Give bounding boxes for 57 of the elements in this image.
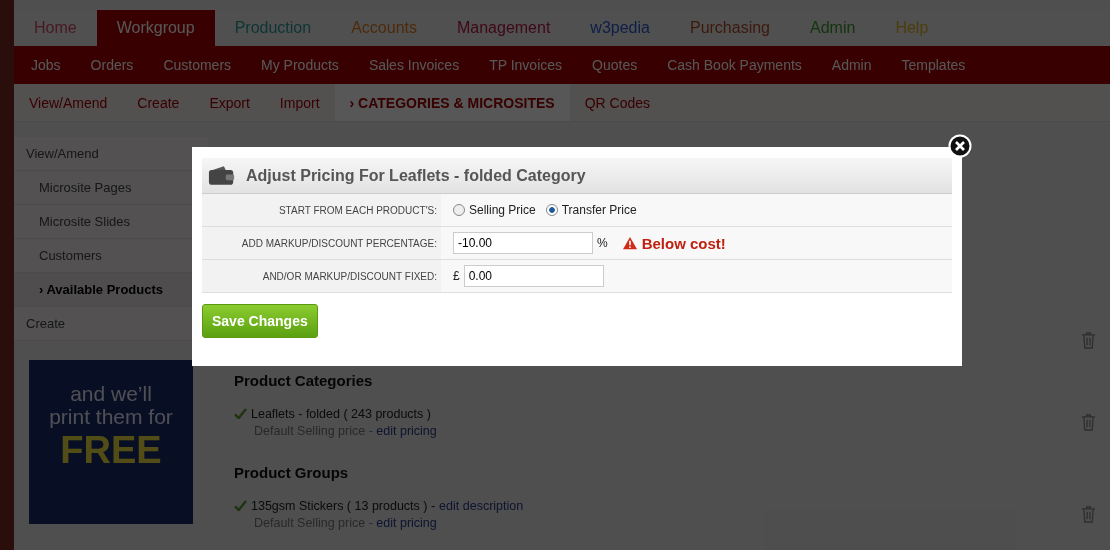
nav-tab[interactable]: w3pedia xyxy=(570,10,670,46)
input-field[interactable]: 0.00 xyxy=(463,265,604,287)
section-tab[interactable]: QR Codes xyxy=(569,84,665,121)
item-name: 135gsm Stickers ( 13 products ) - xyxy=(251,498,436,513)
banner-text: print them for xyxy=(49,405,173,428)
check-icon xyxy=(234,500,247,511)
percent-sign: % xyxy=(597,236,608,250)
save-button[interactable]: Save Changes xyxy=(202,304,318,338)
promo-banner[interactable]: and we’ll print them for FREE xyxy=(29,360,193,524)
nav-tab[interactable]: Help xyxy=(875,10,949,46)
delete-icon[interactable] xyxy=(1081,413,1096,431)
edit-link[interactable]: edit pricing xyxy=(376,423,437,438)
nav-tab[interactable]: Management xyxy=(436,10,571,46)
section-tab[interactable]: View/Amend xyxy=(14,84,123,121)
edit-link[interactable]: edit pricing xyxy=(376,515,437,530)
dialog-title: Adjust Pricing For Leaflets - folded Category xyxy=(246,166,586,185)
section-tab[interactable]: › CATEGORIES & MICROSITES xyxy=(334,84,570,121)
nav-link[interactable]: TP Invoices xyxy=(474,57,578,73)
nav-link[interactable]: Templates xyxy=(886,57,981,73)
section-tab[interactable]: Create xyxy=(122,84,195,121)
section-heading: Product Categories xyxy=(234,372,374,391)
nav-tab[interactable]: Production xyxy=(214,10,332,46)
radio-button[interactable] xyxy=(545,204,558,216)
item-name: Leaflets - folded ( 243 products ) xyxy=(251,406,431,421)
nav-link[interactable]: Customers xyxy=(148,57,247,73)
nav-link[interactable]: Orders xyxy=(75,57,149,73)
warning-text: Below cost! xyxy=(641,234,726,252)
check-icon xyxy=(234,408,247,419)
nav-tab[interactable]: Purchasing xyxy=(669,10,790,46)
delete-icon[interactable] xyxy=(1081,505,1096,523)
radio-label[interactable]: Selling Price xyxy=(469,203,536,217)
wallet-icon xyxy=(208,165,236,186)
nav-link[interactable]: Quotes xyxy=(577,57,653,73)
section-heading: Product Groups xyxy=(234,464,350,483)
radio-label[interactable]: Transfer Price xyxy=(561,203,637,217)
input-field[interactable]: -10.00 xyxy=(453,232,593,254)
delete-icon[interactable] xyxy=(1081,331,1096,349)
nav-tab[interactable]: Accounts xyxy=(331,10,437,46)
field-label: ADD MARKUP/DISCOUNT PERCENTAGE: xyxy=(202,227,441,260)
nav-link[interactable]: Jobs xyxy=(16,57,76,73)
section-tab[interactable]: Import xyxy=(264,84,335,121)
warning-icon xyxy=(621,236,638,250)
currency-sign: £ xyxy=(453,269,460,283)
field-label: START FROM EACH PRODUCT'S: xyxy=(202,194,441,227)
nav-link[interactable]: Admin xyxy=(816,57,887,73)
nav-link[interactable]: Sales Invoices xyxy=(353,57,475,73)
nav-tab[interactable]: Workgroup xyxy=(96,10,215,46)
banner-text: and we’ll xyxy=(70,382,152,405)
radio-button[interactable] xyxy=(453,204,465,216)
close-icon[interactable] xyxy=(948,134,972,158)
nav-link[interactable]: Cash Book Payments xyxy=(652,57,817,73)
nav-link[interactable]: My Products xyxy=(246,57,354,73)
nav-tab[interactable]: Admin xyxy=(790,10,876,46)
field-label: AND/OR MARKUP/DISCOUNT FIXED: xyxy=(202,260,441,293)
edit-link[interactable]: edit description xyxy=(439,498,524,513)
banner-headline: FREE xyxy=(60,428,162,472)
section-tab[interactable]: Export xyxy=(194,84,265,121)
